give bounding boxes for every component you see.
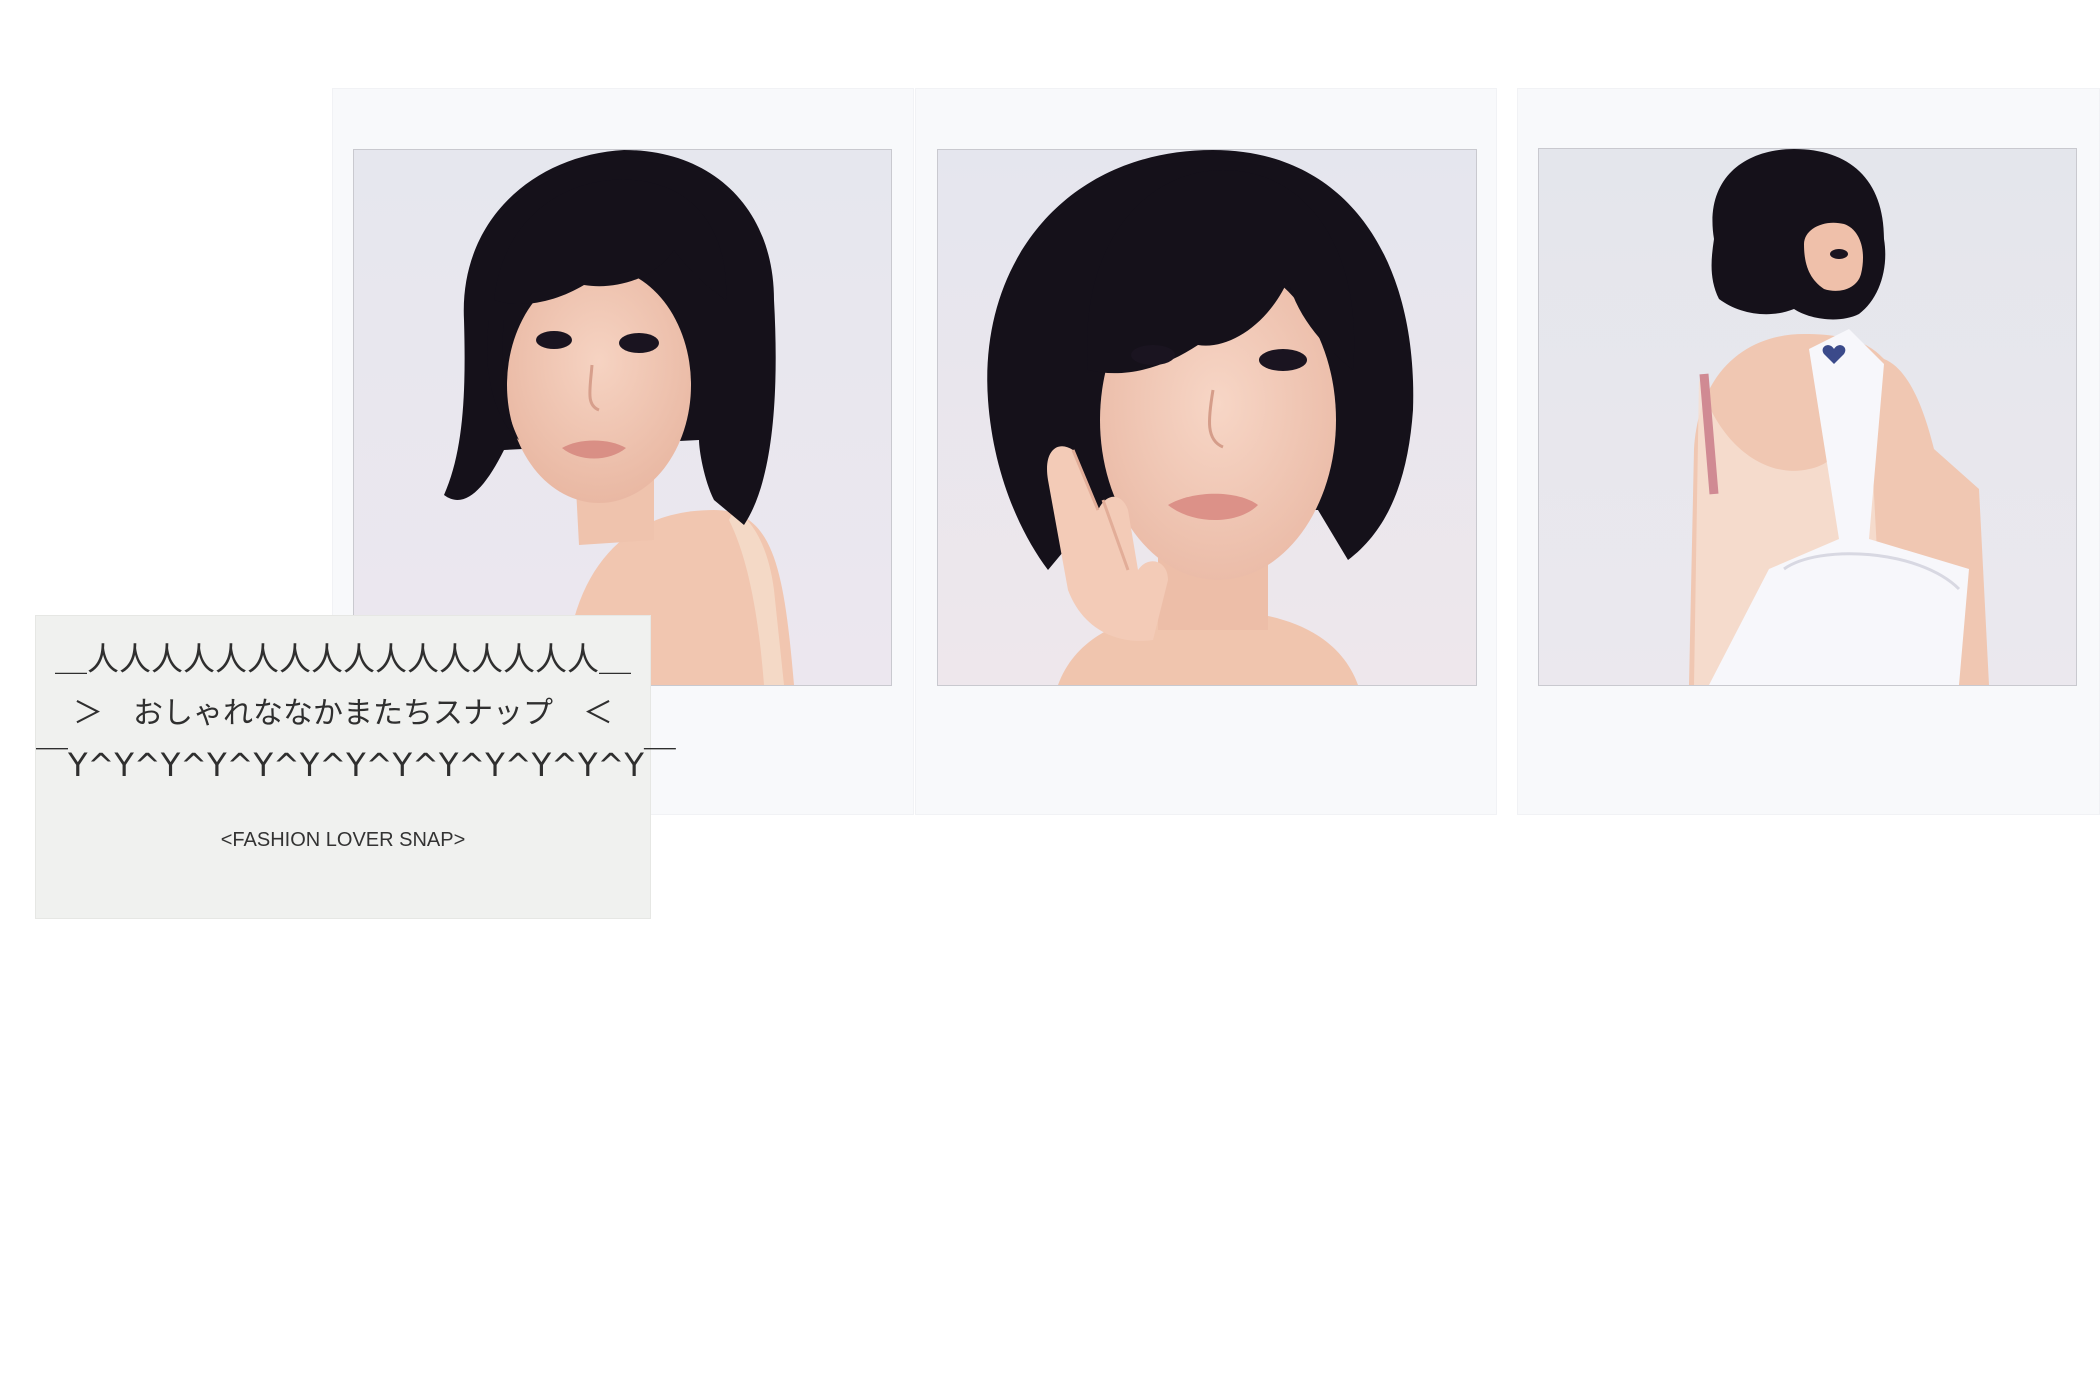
ascii-border-bottom: ￣Y^Y^Y^Y^Y^Y^Y^Y^Y^Y^Y^Y^Y￣ bbox=[36, 746, 676, 784]
portrait-photo-icon bbox=[1539, 149, 2076, 685]
ascii-border-top: ＿人人人人人人人人人人人人人人人人＿ bbox=[54, 640, 631, 678]
snap-title-card: ＿人人人人人人人人人人人人人人人人＿ ＞ おしゃれななかまたちスナップ ＜ ￣Y… bbox=[36, 616, 676, 918]
portrait-photo-1[interactable] bbox=[353, 149, 892, 686]
portrait-photo-2[interactable] bbox=[937, 149, 1477, 686]
portrait-photo-3[interactable] bbox=[1538, 148, 2077, 686]
portrait-photo-icon bbox=[354, 150, 891, 685]
polaroid-frame-2 bbox=[915, 88, 1497, 815]
polaroid-frame-3 bbox=[1517, 88, 2100, 815]
portrait-photo-icon bbox=[938, 150, 1476, 685]
snap-title-japanese: ＞ おしゃれななかまたちスナップ ＜ bbox=[73, 696, 613, 731]
snap-caption-english: <FASHION LOVER SNAP> bbox=[220, 829, 466, 851]
